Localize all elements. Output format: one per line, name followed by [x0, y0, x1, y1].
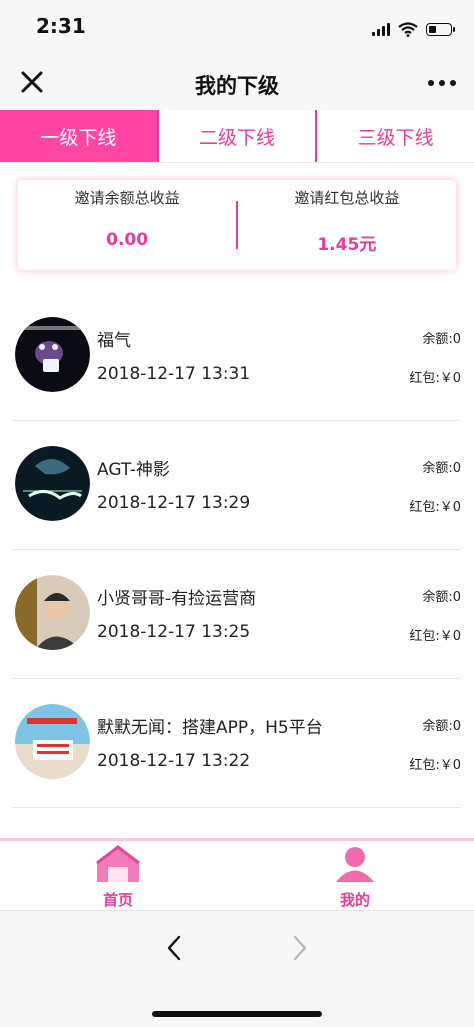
member-name: 小贤哥哥-有捡运营商 — [97, 589, 257, 609]
list-item[interactable]: 福气 2018-12-17 13:31 余额:0 红包:￥0 — [13, 292, 461, 421]
battery-icon — [426, 22, 455, 36]
status-icons — [372, 20, 455, 38]
home-indicator — [152, 1011, 322, 1017]
member-name: 福气 — [97, 331, 131, 351]
tab-level-3[interactable]: 三级下线 — [315, 110, 474, 162]
member-redpacket: 红包:￥0 — [409, 758, 461, 773]
avatar — [15, 446, 90, 521]
browser-toolbar — [0, 910, 474, 1027]
member-redpacket: 红包:￥0 — [409, 371, 461, 386]
tab-home[interactable]: 首页 — [58, 845, 178, 910]
list-item[interactable]: 小贤哥哥-有捡运营商 2018-12-17 13:25 余额:0 红包:￥0 — [13, 550, 461, 679]
member-balance: 余额:0 — [422, 332, 461, 347]
tab-mine-label: 我的 — [339, 891, 370, 909]
balance-label: 邀请余额总收益 — [74, 189, 180, 207]
balance-value: 0.00 — [106, 230, 149, 250]
app-tabbar: 首页 我的 — [0, 838, 474, 910]
avatar — [15, 317, 90, 392]
avatar — [15, 704, 90, 779]
nav-bar: 我的下级 — [0, 58, 474, 110]
member-list: 福气 2018-12-17 13:31 余额:0 红包:￥0 AGT-神影 20… — [0, 292, 474, 808]
status-bar: 2:31 — [0, 0, 474, 58]
redpacket-label: 邀请红包总收益 — [294, 189, 400, 207]
redpacket-stat: 邀请红包总收益 1.45元 — [238, 180, 456, 270]
member-date: 2018-12-17 13:29 — [97, 493, 251, 513]
list-item[interactable]: 默默无闻：搭建APP，H5平台 2018-12-17 13:22 余额:0 红包… — [13, 679, 461, 808]
forward-arrow-icon[interactable] — [284, 933, 314, 963]
member-name: 默默无闻：搭建APP，H5平台 — [97, 718, 323, 738]
status-time: 2:31 — [36, 14, 86, 38]
signal-icon — [372, 22, 390, 36]
avatar — [15, 575, 90, 650]
member-balance: 余额:0 — [422, 719, 461, 734]
page-title: 我的下级 — [195, 74, 279, 98]
member-date: 2018-12-17 13:31 — [97, 364, 251, 384]
member-redpacket: 红包:￥0 — [409, 629, 461, 644]
member-redpacket: 红包:￥0 — [409, 500, 461, 515]
tab-level-2[interactable]: 二级下线 — [156, 110, 316, 162]
back-arrow-icon[interactable] — [160, 933, 190, 963]
earnings-card: 邀请余额总收益 0.00 邀请红包总收益 1.45元 — [18, 180, 456, 270]
user-icon — [336, 847, 374, 882]
balance-stat: 邀请余额总收益 0.00 — [18, 180, 236, 270]
member-date: 2018-12-17 13:25 — [97, 622, 251, 642]
home-icon — [96, 845, 140, 882]
battery-level — [429, 25, 436, 33]
member-balance: 余额:0 — [422, 590, 461, 605]
member-date: 2018-12-17 13:22 — [97, 751, 251, 771]
member-balance: 余额:0 — [422, 461, 461, 476]
tab-level-1[interactable]: 一级下线 — [0, 110, 157, 162]
tab-mine[interactable]: 我的 — [295, 845, 415, 910]
level-tabs: 一级下线 二级下线 三级下线 — [0, 110, 474, 163]
tab-home-label: 首页 — [102, 891, 133, 909]
more-icon[interactable] — [428, 80, 456, 86]
wifi-icon — [398, 21, 418, 37]
member-name: AGT-神影 — [97, 460, 170, 480]
redpacket-value: 1.45元 — [317, 235, 377, 255]
list-item[interactable]: AGT-神影 2018-12-17 13:29 余额:0 红包:￥0 — [13, 421, 461, 550]
